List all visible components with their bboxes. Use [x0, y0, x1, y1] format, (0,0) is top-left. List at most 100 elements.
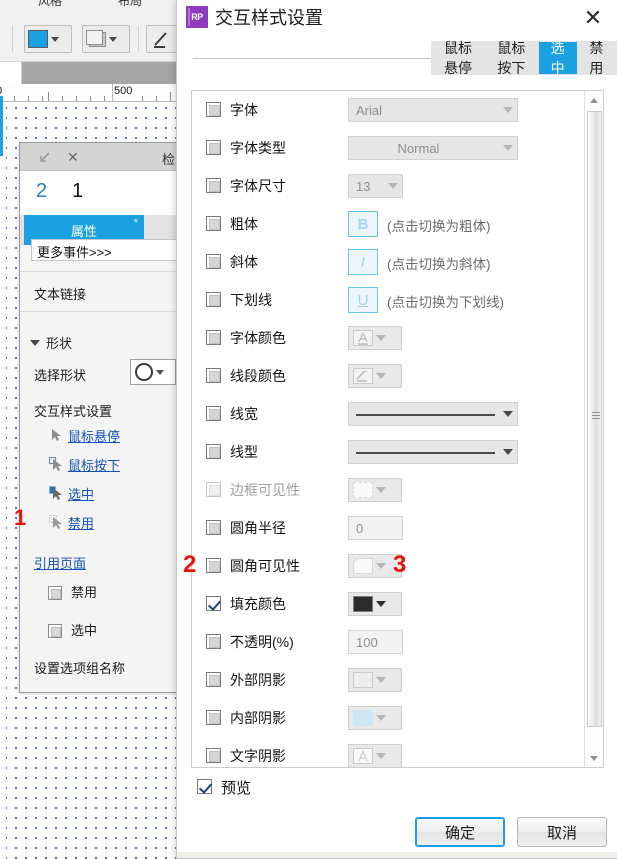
label-font-color: 字体颜色: [230, 330, 286, 346]
checkbox-font-size[interactable]: [206, 178, 221, 193]
checkbox-corner-radius[interactable]: [206, 520, 221, 535]
checkbox-opacity[interactable]: [206, 634, 221, 649]
checkbox-fill-color[interactable]: [206, 596, 221, 611]
menu-item-style[interactable]: 风格: [38, 0, 62, 9]
annotation-1: 1: [14, 505, 27, 530]
line-color-picker[interactable]: [348, 364, 402, 388]
shape-select-dropdown[interactable]: [130, 359, 176, 385]
tab-mouse-hover[interactable]: 鼠标悬停: [432, 40, 486, 76]
row-font: 字体 Arial: [192, 91, 584, 129]
chevron-down-icon: [499, 449, 517, 455]
chevron-down-icon: [376, 677, 386, 683]
font-size-select[interactable]: 13: [348, 174, 403, 198]
checkbox-line-width[interactable]: [206, 406, 221, 421]
scroll-up-arrow-icon[interactable]: [585, 91, 603, 109]
checkbox-selected[interactable]: [48, 624, 62, 638]
row-text-shadow: 文字阴影: [192, 737, 584, 767]
line-color-button[interactable]: [146, 25, 180, 53]
label-text-shadow: 文字阴影: [230, 748, 286, 764]
underline-toggle-button[interactable]: U: [348, 287, 378, 313]
inner-shadow-picker[interactable]: [348, 706, 402, 730]
cancel-button[interactable]: 取消: [517, 817, 607, 847]
checkbox-border-visibility[interactable]: [206, 482, 221, 497]
border-visibility-icon: [353, 482, 373, 498]
panel-number-left: 2: [36, 180, 48, 202]
bold-toggle-button[interactable]: B: [348, 211, 378, 237]
font-family-select[interactable]: Arial: [348, 98, 518, 122]
chevron-down-icon: [30, 339, 40, 346]
row-border-visibility: 边框可见性: [192, 471, 584, 509]
border-visibility-picker[interactable]: [348, 478, 402, 502]
checkbox-preview[interactable]: [197, 779, 212, 794]
checkbox-text-shadow[interactable]: [206, 748, 221, 763]
text-link-label[interactable]: 文本链接: [34, 284, 86, 303]
row-opacity: 不透明(%) 100: [192, 623, 584, 661]
toolbar: [0, 20, 180, 62]
scrollbar-grip-icon: [592, 412, 600, 419]
checkbox-font[interactable]: [206, 102, 221, 117]
checkbox-underline[interactable]: [206, 292, 221, 307]
interaction-link-disabled[interactable]: 禁用: [68, 513, 94, 532]
option-group-name-label: 设置选项组名称: [34, 661, 126, 676]
tab-mouse-down[interactable]: 鼠标按下: [485, 40, 539, 76]
checkbox-line-color[interactable]: [206, 368, 221, 383]
ok-button[interactable]: 确定: [415, 817, 505, 847]
corner-radius-input[interactable]: 0: [348, 516, 403, 540]
shadow-swatch: [86, 30, 106, 48]
tab-disabled[interactable]: 禁用: [577, 40, 616, 76]
close-icon[interactable]: ✕: [579, 4, 607, 32]
opacity-input[interactable]: 100: [348, 630, 403, 654]
chevron-down-icon: [376, 487, 386, 493]
section-shape[interactable]: 形状: [30, 333, 72, 352]
font-color-picker[interactable]: [348, 326, 402, 350]
cursor-disabled-icon: [49, 515, 62, 529]
interaction-link-pressed[interactable]: 鼠标按下: [68, 455, 120, 474]
label-fill-color: 填充颜色: [230, 596, 286, 612]
chevron-down-icon: [376, 563, 386, 569]
properties-panel-titlebar: ✕ 检: [20, 143, 179, 171]
chevron-down-icon: [156, 369, 164, 375]
opacity-value: 100: [356, 634, 378, 650]
label-font: 字体: [230, 102, 258, 118]
checkbox-font-style[interactable]: [206, 140, 221, 155]
checkbox-font-color[interactable]: [206, 330, 221, 345]
fill-color-picker[interactable]: [348, 592, 402, 616]
tab-selected[interactable]: 选中: [538, 40, 578, 76]
line-type-select[interactable]: [348, 440, 518, 464]
ruler-tick: [42, 96, 43, 101]
shadow-style-button[interactable]: [82, 25, 130, 53]
outer-shadow-icon: [353, 672, 373, 688]
label-outer-shadow: 外部阴影: [230, 672, 286, 688]
checkbox-outer-shadow[interactable]: [206, 672, 221, 687]
interaction-link-selected[interactable]: 选中: [68, 484, 94, 503]
line-width-select[interactable]: [348, 402, 518, 426]
checkbox-italic[interactable]: [206, 254, 221, 269]
ruler-label-500: 500: [114, 85, 133, 97]
checkbox-disabled[interactable]: [48, 586, 62, 600]
row-corner-visibility: 圆角可见性: [192, 547, 584, 585]
checkbox-inner-shadow[interactable]: [206, 710, 221, 725]
checkbox-line-type[interactable]: [206, 444, 221, 459]
collapse-arrow-icon[interactable]: [38, 150, 52, 164]
label-opacity: 不透明(%): [230, 634, 294, 650]
fill-color-button[interactable]: [24, 25, 72, 53]
text-shadow-picker[interactable]: [348, 744, 402, 767]
font-style-select[interactable]: Normal: [348, 136, 518, 160]
divider: [20, 271, 179, 272]
scrollbar-thumb[interactable]: [587, 111, 602, 727]
label-preview: 预览: [221, 780, 252, 797]
outer-shadow-picker[interactable]: [348, 668, 402, 692]
interaction-link-hover[interactable]: 鼠标悬停: [68, 426, 120, 445]
close-icon[interactable]: ✕: [67, 150, 79, 164]
italic-toggle-button[interactable]: I: [348, 249, 378, 275]
checkbox-corner-visibility[interactable]: [206, 558, 221, 573]
label-font-style: 字体类型: [230, 140, 286, 156]
corner-visibility-icon: [353, 558, 373, 574]
settings-scrollbar[interactable]: [584, 91, 603, 767]
checkbox-bold[interactable]: [206, 216, 221, 231]
menu-item-layout[interactable]: 布局: [118, 0, 142, 9]
more-events-link[interactable]: 更多事件>>>: [31, 239, 179, 261]
inner-shadow-icon: [353, 710, 373, 726]
scroll-down-arrow-icon[interactable]: [585, 749, 603, 767]
reference-page-link[interactable]: 引用页面: [34, 553, 86, 572]
